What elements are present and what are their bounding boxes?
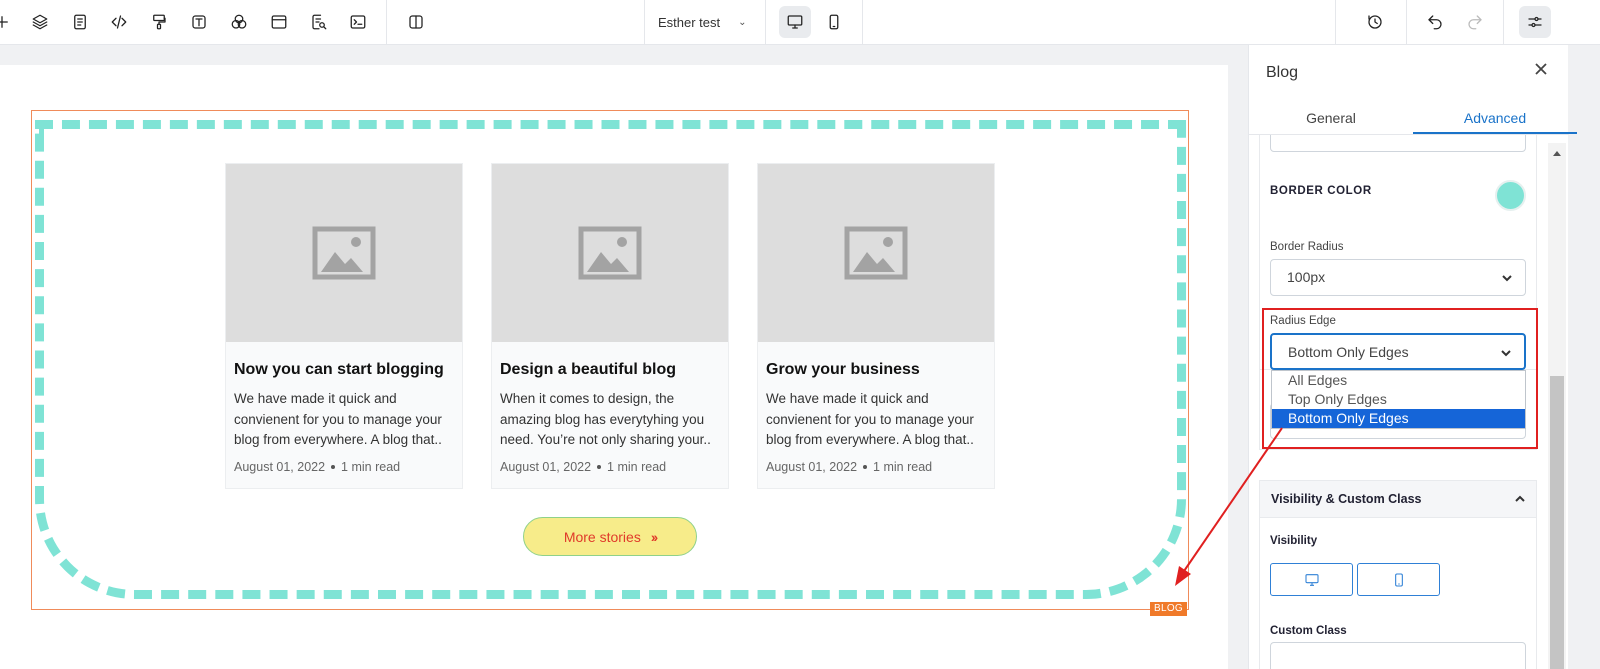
plus-icon[interactable] <box>0 11 13 33</box>
visibility-section-header[interactable]: Visibility & Custom Class <box>1259 480 1537 518</box>
split-view-icon[interactable] <box>405 11 427 33</box>
paint-roller-icon[interactable] <box>148 11 170 33</box>
card-meta: August 01, 2022 1 min read <box>500 460 666 474</box>
image-placeholder <box>492 164 728 342</box>
scroll-up-icon[interactable] <box>1553 151 1561 156</box>
custom-class-label: Custom Class <box>1270 625 1347 637</box>
blog-card[interactable]: Now you can start blogging We have made … <box>225 163 463 489</box>
border-radius-select[interactable]: 100px <box>1270 259 1526 296</box>
blog-card[interactable]: Design a beautiful blog When it comes to… <box>491 163 729 489</box>
separator-dot <box>331 465 336 469</box>
annotation-highlight-box <box>1262 308 1538 449</box>
border-color-label: BORDER COLOR <box>1270 185 1372 197</box>
card-date: August 01, 2022 <box>234 460 326 474</box>
card-title[interactable]: Design a beautiful blog <box>500 361 676 379</box>
more-stories-label: More stories <box>563 528 641 545</box>
chevron-down-icon: ⌄ <box>738 17 747 28</box>
toolbar-divider <box>862 0 863 45</box>
card-title[interactable]: Grow your business <box>766 361 920 379</box>
blog-card[interactable]: Grow your business We have made it quick… <box>757 163 995 489</box>
chevron-down-icon <box>1501 260 1513 297</box>
page-selector[interactable]: Esther test ⌄ <box>658 0 747 45</box>
code-icon[interactable] <box>108 11 130 33</box>
history-icon[interactable] <box>1364 11 1386 33</box>
card-title[interactable]: Now you can start blogging <box>234 361 444 379</box>
layers-icon[interactable] <box>29 11 51 33</box>
desktop-icon <box>787 15 803 29</box>
desktop-icon <box>1304 573 1319 586</box>
scrollbar-thumb[interactable] <box>1550 376 1564 669</box>
toolbar-divider <box>1406 0 1407 45</box>
tab-advanced[interactable]: Advanced <box>1413 102 1577 134</box>
separator-dot <box>863 465 868 469</box>
settings-sliders-button[interactable] <box>1519 6 1551 38</box>
previous-field[interactable] <box>1270 135 1526 152</box>
card-date: August 01, 2022 <box>766 460 858 474</box>
toolbar-divider <box>765 0 766 45</box>
seo-icon[interactable] <box>308 11 330 33</box>
image-icon <box>312 226 376 280</box>
double-chevron-right-icon: ›› <box>650 528 658 545</box>
panel-scrollbar[interactable] <box>1548 143 1566 669</box>
image-placeholder <box>226 164 462 342</box>
text-icon[interactable] <box>188 11 210 33</box>
toolbar-divider <box>1335 0 1336 45</box>
separator-dot <box>597 465 602 469</box>
card-excerpt: We have made it quick and convienent for… <box>234 391 442 447</box>
border-radius-value: 100px <box>1287 269 1326 285</box>
card-date: August 01, 2022 <box>500 460 592 474</box>
mobile-view-button[interactable] <box>818 6 850 38</box>
undo-icon[interactable] <box>1424 11 1446 33</box>
pages-icon[interactable] <box>69 11 91 33</box>
more-stories-button[interactable]: More stories ›› <box>523 517 697 556</box>
tab-general[interactable]: General <box>1249 102 1413 134</box>
card-meta: August 01, 2022 1 min read <box>234 460 400 474</box>
visibility-mobile-toggle[interactable] <box>1357 563 1440 596</box>
card-meta: August 01, 2022 1 min read <box>766 460 932 474</box>
custom-class-input[interactable] <box>1270 642 1526 669</box>
page-selector-label: Esther test <box>658 15 721 30</box>
card-read-time: 1 min read <box>607 460 667 474</box>
terminal-icon[interactable] <box>347 11 369 33</box>
settings-sliders-icon <box>1528 16 1542 28</box>
border-radius-label: Border Radius <box>1270 241 1344 253</box>
visibility-desktop-toggle[interactable] <box>1270 563 1353 596</box>
desktop-view-button[interactable] <box>779 6 811 38</box>
card-excerpt: We have made it quick and convienent for… <box>766 391 974 447</box>
card-read-time: 1 min read <box>341 460 401 474</box>
toolbar-divider <box>644 0 645 45</box>
toolbar-divider <box>1503 0 1504 45</box>
card-read-time: 1 min read <box>873 460 933 474</box>
blog-element-badge[interactable]: BLOG <box>1150 602 1187 616</box>
toolbar-divider <box>386 0 387 45</box>
visibility-label: Visibility <box>1270 535 1318 547</box>
close-icon[interactable] <box>1533 61 1551 79</box>
chevron-up-icon <box>1514 481 1526 519</box>
image-icon <box>578 226 642 280</box>
border-color-swatch[interactable] <box>1495 180 1526 211</box>
image-placeholder <box>758 164 994 342</box>
visibility-section-title: Visibility & Custom Class <box>1271 492 1422 506</box>
mobile-icon <box>1394 572 1403 587</box>
mobile-icon <box>829 14 839 30</box>
redo-icon[interactable] <box>1464 11 1486 33</box>
card-excerpt: When it comes to design, the amazing blo… <box>500 391 711 447</box>
color-mix-icon[interactable] <box>228 11 250 33</box>
layout-icon[interactable] <box>268 11 290 33</box>
panel-title: Blog <box>1266 64 1299 81</box>
image-icon <box>844 226 908 280</box>
top-toolbar: Esther test ⌄ <box>0 0 1600 45</box>
